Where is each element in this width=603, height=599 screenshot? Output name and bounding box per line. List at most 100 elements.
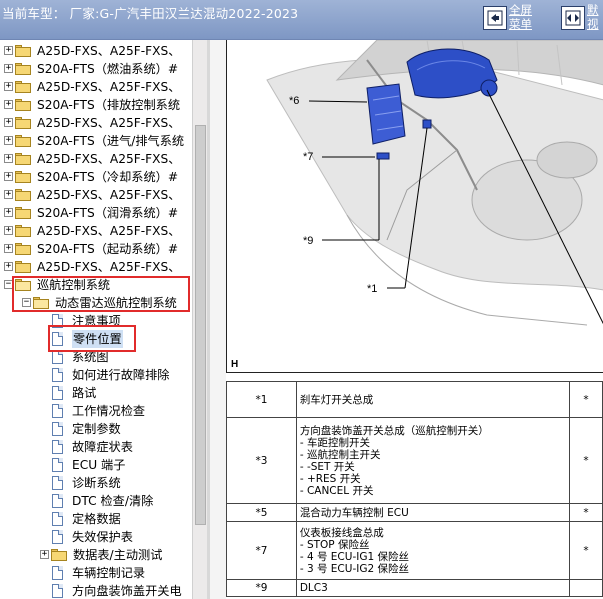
table-row: *1 刹车灯开关总成 * — [226, 381, 603, 418]
part-description-line: - +RES 开关 — [299, 472, 361, 485]
tree-item-label: S20A-FTS（润滑系统）# — [37, 206, 179, 220]
part-description: 混合动力车辆控制 ECU — [295, 503, 571, 522]
expand-icon[interactable]: + — [4, 244, 13, 253]
expand-icon[interactable]: + — [4, 190, 13, 199]
part-description: 仪表板接线盒总成 - STOP 保险丝 - 4 号 ECU-IG1 保险丝 - 3 号… — [295, 521, 571, 580]
tree-item[interactable]: + A25D-FXS、A25F-FXS、 — [0, 186, 192, 204]
expand-icon[interactable]: + — [4, 226, 13, 235]
fullscreen-link-top[interactable]: 全屏 — [509, 4, 532, 17]
callout-1: *1 — [367, 283, 377, 295]
expand-icon[interactable]: + — [4, 64, 13, 73]
expand-icon[interactable]: + — [40, 550, 49, 559]
tree-item[interactable]: 路试 — [0, 384, 192, 402]
folder-icon — [15, 81, 31, 93]
part-description-line: - 巡航控制主开关 — [299, 448, 381, 461]
expand-icon[interactable]: + — [4, 172, 13, 181]
tree-item-label: S20A-FTS（起动系统）# — [37, 242, 179, 256]
tree-scrollbar[interactable] — [192, 40, 207, 599]
tree-item[interactable]: + S20A-FTS（进气/排气系统 — [0, 132, 192, 150]
document-icon — [52, 458, 63, 472]
view-link[interactable]: 视 — [587, 18, 599, 31]
tree-item[interactable]: + A25D-FXS、A25F-FXS、 — [0, 150, 192, 168]
folder-icon — [15, 45, 31, 57]
part-number: *3 — [226, 417, 297, 504]
folder-icon — [15, 225, 31, 237]
tree-item-label: 定格数据 — [72, 512, 121, 526]
document-icon — [52, 512, 63, 526]
tree-item[interactable]: + 数据表/主动测试 — [0, 546, 192, 564]
fullscreen-button[interactable] — [483, 6, 507, 30]
part-description-line: - 3 号 ECU-IG2 保险丝 — [299, 562, 409, 575]
tree-item[interactable]: ECU 端子 — [0, 456, 192, 474]
tree-item-label: A25D-FXS、A25F-FXS、 — [37, 116, 181, 130]
illustration-view-letter: H — [231, 359, 239, 370]
tree-item[interactable]: 失效保护表 — [0, 528, 192, 546]
expand-icon[interactable]: + — [4, 262, 13, 271]
tree-scroll-thumb[interactable] — [195, 125, 206, 525]
tree-item[interactable]: + A25D-FXS、A25F-FXS、 — [0, 114, 192, 132]
part-description-line: - -SET 开关 — [299, 460, 355, 473]
part-description-line: 刹车灯开关总成 — [299, 393, 374, 406]
tree-item-label: A25D-FXS、A25F-FXS、 — [37, 260, 181, 274]
tree-item-label: A25D-FXS、A25F-FXS、 — [37, 80, 181, 94]
table-row: *3 方向盘装饰盖开关总成（巡航控制开关） - 车距控制开关 - 巡航控制主开关 - -… — [226, 417, 603, 504]
tree-item[interactable]: + S20A-FTS（冷却系统）# — [0, 168, 192, 186]
tree-item[interactable]: + A25D-FXS、A25F-FXS、 — [0, 222, 192, 240]
tree-item-label: 路试 — [72, 386, 97, 400]
tree-item[interactable]: + S20A-FTS（排放控制系统 — [0, 96, 192, 114]
tree-item[interactable]: + A25D-FXS、A25F-FXS、 — [0, 258, 192, 276]
part-description-line: 混合动力车辆控制 ECU — [299, 506, 409, 519]
callout-9: *9 — [303, 235, 313, 247]
tree-item[interactable]: 车辆控制记录 — [0, 564, 192, 582]
document-icon — [52, 476, 63, 490]
tree-item[interactable]: 方向盘装饰盖开关电 — [0, 582, 192, 599]
content-margin — [210, 40, 226, 599]
document-icon — [52, 584, 63, 598]
tree-item-label: S20A-FTS（冷却系统）# — [37, 170, 179, 184]
expand-icon[interactable]: + — [4, 154, 13, 163]
expand-icon[interactable]: + — [4, 82, 13, 91]
default-view-button[interactable] — [561, 6, 585, 30]
tree-item-label: DTC 检查/清除 — [72, 494, 154, 508]
tree-item[interactable]: + A25D-FXS、A25F-FXS、 — [0, 42, 192, 60]
expand-icon[interactable]: + — [4, 118, 13, 127]
menu-link[interactable]: 菜单 — [509, 18, 532, 31]
document-icon — [52, 440, 63, 454]
folder-icon — [51, 549, 67, 561]
folder-icon — [15, 117, 31, 129]
expand-icon[interactable]: + — [4, 208, 13, 217]
tree-item[interactable]: 工作情况检查 — [0, 402, 192, 420]
tree-item[interactable]: + A25D-FXS、A25F-FXS、 — [0, 78, 192, 96]
folder-icon — [15, 189, 31, 201]
part-description-line: 仪表板接线盒总成 — [299, 526, 384, 539]
part-description: 方向盘装饰盖开关总成（巡航控制开关） - 车距控制开关 - 巡航控制主开关 - -SE… — [295, 417, 571, 504]
content-pane: *6 *7 *9 *1 H *1 刹车灯开关总成 * *3 方向盘装饰盖开关总成（巡航控… — [226, 39, 603, 599]
part-number-secondary: * — [569, 381, 603, 418]
tree-item-label: 故障症状表 — [72, 440, 133, 454]
folder-icon — [15, 63, 31, 75]
folder-icon — [15, 171, 31, 183]
tree-item[interactable]: DTC 检查/清除 — [0, 492, 192, 510]
part-description-line: - STOP 保险丝 — [299, 538, 370, 551]
split-view-icon — [565, 10, 581, 26]
tree-item-label: S20A-FTS（进气/排气系统 — [37, 134, 185, 148]
default-link-top[interactable]: 默 — [587, 4, 599, 17]
callout-7: *7 — [303, 151, 313, 163]
tree-item-label: 数据表/主动测试 — [73, 548, 163, 562]
tree-item[interactable]: + S20A-FTS（起动系统）# — [0, 240, 192, 258]
expand-icon[interactable]: + — [4, 136, 13, 145]
tree-item[interactable]: 诊断系统 — [0, 474, 192, 492]
document-icon — [52, 350, 63, 364]
tree-item[interactable]: 定制参数 — [0, 420, 192, 438]
expand-icon[interactable]: + — [4, 100, 13, 109]
folder-icon — [15, 153, 31, 165]
document-icon — [52, 404, 63, 418]
tree-item[interactable]: 如何进行故障排除 — [0, 366, 192, 384]
tree-item[interactable]: 故障症状表 — [0, 438, 192, 456]
tree-item[interactable]: + S20A-FTS（燃油系统）# — [0, 60, 192, 78]
tree-item[interactable]: 定格数据 — [0, 510, 192, 528]
part-description-line: - CANCEL 开关 — [299, 484, 374, 497]
tree-item[interactable]: + S20A-FTS（润滑系统）# — [0, 204, 192, 222]
expand-icon[interactable]: + — [4, 46, 13, 55]
folder-icon — [15, 99, 31, 111]
